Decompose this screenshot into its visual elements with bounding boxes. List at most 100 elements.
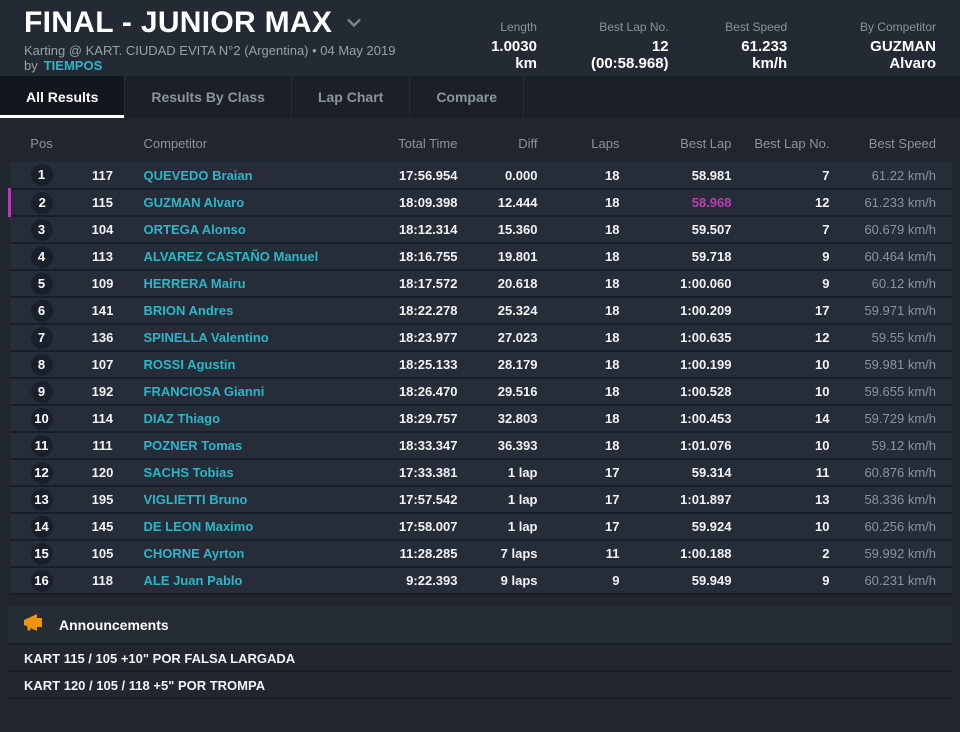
session-stats: Length 1.0030 km Best Lap No. 12 (00:58.… — [467, 6, 936, 76]
laps-cell: 18 — [543, 378, 624, 406]
best-lap-no-cell: 2 — [733, 540, 832, 568]
competitor-link[interactable]: CHORNE Ayrton — [144, 546, 245, 561]
laps-cell: 18 — [543, 405, 624, 433]
tab-all-results[interactable]: All Results — [0, 76, 126, 118]
laps-cell: 17 — [543, 513, 624, 541]
best-lap-cell: 58.981 — [623, 162, 734, 190]
megaphone-icon — [24, 614, 45, 636]
competitor-link[interactable]: DE LEON Maximo — [144, 519, 254, 534]
diff-cell: 27.023 — [463, 324, 544, 352]
competitor-cell: DIAZ Thiago — [131, 405, 344, 433]
table-row[interactable]: 16 118 ALE Juan Pablo 9:22.393 9 laps 9 59.949… — [9, 567, 952, 595]
competitor-link[interactable]: FRANCIOSA Gianni — [144, 384, 265, 399]
best-lap-no-cell: 14 — [733, 405, 832, 433]
table-row[interactable]: 14 145 DE LEON Maximo 17:58.007 1 lap 17 59.92… — [9, 513, 952, 541]
table-row[interactable]: 13 195 VIGLIETTI Bruno 17:57.542 1 lap 17 1:01… — [9, 486, 952, 514]
best-lap-cell: 1:01.076 — [623, 432, 734, 460]
results-table: Pos Competitor Total Time Diff Laps Best… — [8, 128, 952, 595]
table-row[interactable]: 7 136 SPINELLA Valentino 18:23.977 27.023 18 1… — [9, 324, 952, 352]
position-badge: 14 — [30, 515, 53, 538]
competitor-link[interactable]: DIAZ Thiago — [144, 411, 221, 426]
diff-cell: 12.444 — [463, 189, 544, 217]
col-header-best-lap: Best Lap — [680, 136, 732, 151]
competitor-cell: SACHS Tobias — [131, 459, 344, 487]
table-row[interactable]: 9 192 FRANCIOSA Gianni 18:26.470 29.516 18 1:0… — [9, 378, 952, 406]
competitor-link[interactable]: GUZMAN Alvaro — [144, 195, 245, 210]
best-lap-cell: 59.924 — [623, 513, 734, 541]
kart-number-cell: 109 — [73, 270, 132, 298]
table-row[interactable]: 10 114 DIAZ Thiago 18:29.757 32.803 18 1:00.45… — [9, 405, 952, 433]
competitor-cell: VIGLIETTI Bruno — [131, 486, 344, 514]
total-time-cell: 17:33.381 — [343, 459, 464, 487]
competitor-link[interactable]: SACHS Tobias — [144, 465, 234, 480]
laps-cell: 18 — [543, 432, 624, 460]
table-row[interactable]: 12 120 SACHS Tobias 17:33.381 1 lap 17 59.314 1… — [9, 459, 952, 487]
organizer-link[interactable]: TIEMPOS — [44, 58, 103, 73]
col-header-pos: Pos — [30, 136, 53, 151]
diff-cell: 1 lap — [463, 513, 544, 541]
best-lap-cell: 59.718 — [623, 243, 734, 271]
competitor-cell: CHORNE Ayrton — [131, 540, 344, 568]
competitor-link[interactable]: ORTEGA Alonso — [144, 222, 246, 237]
table-row[interactable]: 11 111 POZNER Tomas 18:33.347 36.393 18 1:01.0… — [9, 432, 952, 460]
total-time-cell: 18:25.133 — [343, 351, 464, 379]
competitor-cell: DE LEON Maximo — [131, 513, 344, 541]
best-lap-cell: 1:00.060 — [623, 270, 734, 298]
best-speed-cell: 60.464 km/h — [831, 243, 952, 271]
competitor-link[interactable]: POZNER Tomas — [144, 438, 243, 453]
table-row[interactable]: 2 115 GUZMAN Alvaro 18:09.398 12.444 18 58.968… — [8, 189, 952, 217]
laps-cell: 18 — [543, 243, 624, 271]
table-row[interactable]: 5 109 HERRERA Mairu 18:17.572 20.618 18 1:00.0… — [9, 270, 952, 298]
competitor-link[interactable]: ALVAREZ CASTAÑO Manuel — [144, 249, 319, 264]
best-speed-cell: 59.655 km/h — [831, 378, 952, 406]
stat-length: Length 1.0030 km — [491, 20, 537, 72]
competitor-link[interactable]: VIGLIETTI Bruno — [144, 492, 248, 507]
laps-cell: 18 — [543, 297, 624, 325]
competitor-cell: ALVAREZ CASTAÑO Manuel — [131, 243, 344, 271]
announcements-title: Announcements — [59, 617, 169, 633]
competitor-link[interactable]: SPINELLA Valentino — [144, 330, 269, 345]
laps-cell: 18 — [543, 351, 624, 379]
competitor-link[interactable]: HERRERA Mairu — [144, 276, 246, 291]
competitor-link[interactable]: ROSSI Agustin — [144, 357, 236, 372]
table-row[interactable]: 4 113 ALVAREZ CASTAÑO Manuel 18:16.755 19.80… — [9, 243, 952, 271]
session-dropdown-toggle[interactable] — [344, 14, 364, 33]
position-badge: 11 — [30, 434, 53, 457]
table-row[interactable]: 8 107 ROSSI Agustin 18:25.133 28.179 18 1:00.1… — [9, 351, 952, 379]
competitor-cell: SPINELLA Valentino — [131, 324, 344, 352]
best-speed-cell: 61.22 km/h — [831, 162, 952, 190]
results-body: 1 117 QUEVEDO Braian 17:56.954 0.000 18 58.981… — [8, 162, 952, 595]
col-header-best-lap-no: Best Lap No. — [754, 136, 830, 151]
table-row[interactable]: 1 117 QUEVEDO Braian 17:56.954 0.000 18 58.981… — [9, 162, 952, 190]
kart-number-cell: 115 — [73, 189, 132, 217]
diff-cell: 1 lap — [463, 486, 544, 514]
diff-cell: 32.803 — [463, 405, 544, 433]
kart-number-cell: 111 — [73, 432, 132, 460]
results-tabbar: All Results Results By Class Lap Chart C… — [0, 76, 960, 118]
tab-compare[interactable]: Compare — [410, 76, 524, 118]
best-lap-no-cell: 9 — [733, 567, 832, 595]
position-badge: 12 — [30, 461, 53, 484]
tab-results-by-class[interactable]: Results By Class — [125, 76, 292, 118]
total-time-cell: 18:17.572 — [343, 270, 464, 298]
diff-cell: 7 laps — [463, 540, 544, 568]
col-header-best-speed: Best Speed — [868, 136, 936, 151]
position-cell: 8 — [9, 351, 74, 379]
best-lap-cell: 1:01.897 — [623, 486, 734, 514]
best-lap-no-cell: 7 — [733, 162, 832, 190]
table-row[interactable]: 3 104 ORTEGA Alonso 18:12.314 15.360 18 59.507… — [9, 216, 952, 244]
best-speed-cell: 60.12 km/h — [831, 270, 952, 298]
diff-cell: 0.000 — [463, 162, 544, 190]
tab-lap-chart[interactable]: Lap Chart — [292, 76, 411, 118]
table-row[interactable]: 6 141 BRION Andres 18:22.278 25.324 18 1:00.20… — [9, 297, 952, 325]
best-lap-cell: 1:00.453 — [623, 405, 734, 433]
competitor-link[interactable]: QUEVEDO Braian — [144, 168, 253, 183]
session-subtitle: Karting @ KART. CIUDAD EVITA N°2 (Argent… — [24, 43, 467, 73]
competitor-link[interactable]: BRION Andres — [144, 303, 234, 318]
table-row[interactable]: 15 105 CHORNE Ayrton 11:28.285 7 laps 11 1:00.… — [9, 540, 952, 568]
col-header-competitor: Competitor — [143, 136, 208, 151]
competitor-cell: ORTEGA Alonso — [131, 216, 344, 244]
col-header-kart-number — [74, 128, 132, 162]
kart-number-cell: 105 — [73, 540, 132, 568]
competitor-link[interactable]: ALE Juan Pablo — [144, 573, 243, 588]
